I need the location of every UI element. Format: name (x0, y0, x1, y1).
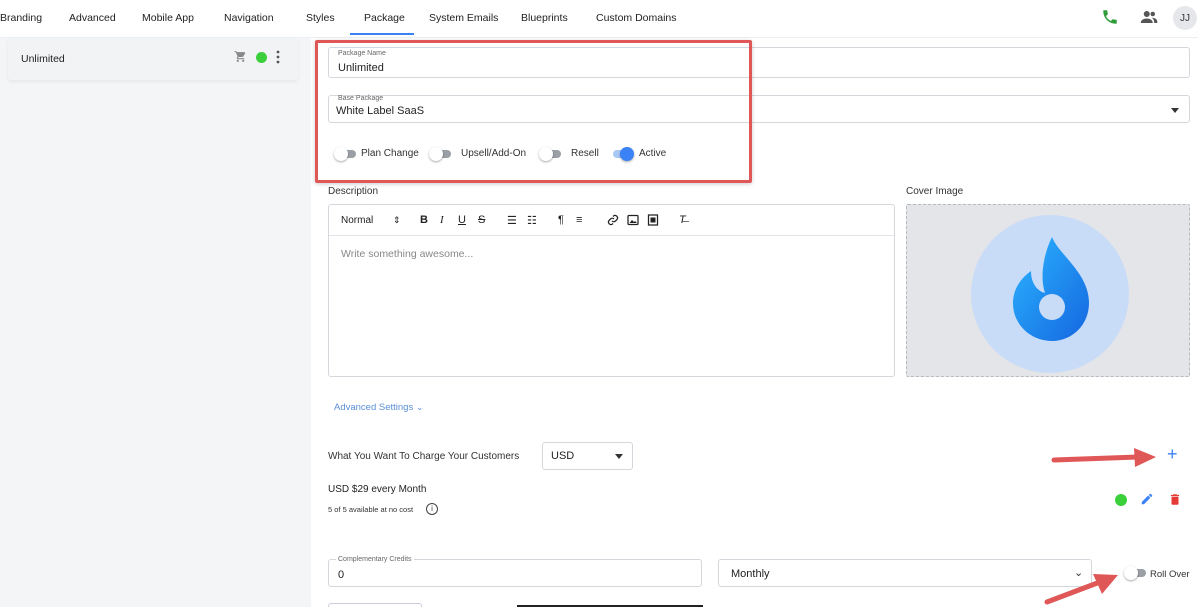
availability-text: 5 of 5 available at no cost (328, 505, 414, 514)
image-icon[interactable] (627, 214, 639, 229)
chevron-down-icon: ⌄ (1074, 567, 1084, 579)
ordered-list-icon[interactable]: ☰ (507, 214, 517, 227)
chevron-down-icon (615, 454, 623, 459)
top-navigation: Branding Advanced Mobile App Navigation … (0, 0, 1198, 38)
flame-logo-icon (1013, 237, 1089, 341)
tab-navigation[interactable]: Navigation (224, 12, 274, 24)
plan-change-toggle[interactable] (334, 147, 358, 161)
chevron-down-icon (1171, 108, 1179, 113)
link-icon[interactable] (607, 214, 619, 229)
tab-styles[interactable]: Styles (306, 12, 335, 24)
users-icon[interactable] (1138, 6, 1160, 28)
tab-package[interactable]: Package (364, 12, 405, 24)
active-toggle[interactable] (609, 147, 634, 161)
billing-period-select[interactable]: Monthly ⌄ (718, 559, 1092, 587)
cover-image-dropzone[interactable] (906, 204, 1190, 377)
underline-icon[interactable]: U (458, 214, 466, 226)
complementary-credits-field[interactable]: Complementary Credits 0 (328, 556, 702, 587)
editor-toolbar: Normal ⇕ B I U S ☰ ☷ ¶ ≡ T̶ (329, 205, 894, 236)
active-label: Active (639, 148, 667, 159)
package-name-label: Package Name (338, 50, 386, 57)
upsell-label: Upsell/Add-On (461, 148, 527, 159)
cover-image-label: Cover Image (906, 186, 964, 197)
tab-advanced[interactable]: Advanced (69, 12, 116, 24)
base-package-value: White Label SaaS (336, 105, 425, 117)
align-icon[interactable]: ≡ (576, 214, 582, 226)
description-editor[interactable]: Normal ⇕ B I U S ☰ ☷ ¶ ≡ T̶ Write someth… (328, 204, 895, 377)
italic-icon[interactable]: I (440, 214, 444, 226)
currency-value: USD (551, 450, 575, 462)
currency-select[interactable]: USD (542, 442, 633, 470)
video-icon[interactable] (647, 214, 659, 229)
billing-period-value: Monthly (731, 568, 770, 580)
resell-label: Resell (571, 148, 599, 159)
more-options-icon[interactable] (275, 50, 281, 67)
bullet-list-icon[interactable]: ☷ (527, 214, 537, 227)
tab-mobile-app[interactable]: Mobile App (142, 12, 194, 24)
plan-change-label: Plan Change (361, 148, 419, 159)
bottom-button-stub[interactable] (328, 603, 422, 607)
credits-value: 0 (338, 569, 345, 581)
upsell-toggle[interactable] (429, 147, 453, 161)
info-icon[interactable]: i (426, 503, 438, 515)
paragraph-direction-icon[interactable]: ¶ (558, 214, 564, 226)
tab-custom-domains[interactable]: Custom Domains (596, 12, 677, 24)
annotation-arrow-add (1051, 448, 1156, 467)
active-tab-indicator (350, 33, 414, 35)
package-list-item[interactable]: Unlimited (8, 38, 298, 80)
package-list-item-name: Unlimited (21, 53, 65, 65)
base-package-select[interactable]: Base Package White Label SaaS (328, 95, 1190, 123)
roll-over-toggle[interactable] (1124, 566, 1148, 580)
active-status-dot (256, 52, 267, 63)
strike-icon[interactable]: S (478, 214, 485, 226)
phone-icon[interactable] (1099, 6, 1121, 28)
clear-format-icon[interactable]: T̶ (679, 214, 686, 226)
package-list-panel (0, 38, 311, 607)
tab-system-emails[interactable]: System Emails (429, 12, 498, 24)
description-label: Description (328, 186, 379, 197)
edit-icon[interactable] (1140, 492, 1154, 509)
resell-toggle[interactable] (539, 147, 563, 161)
bold-icon[interactable]: B (420, 214, 428, 226)
tab-branding[interactable]: Branding (0, 12, 42, 24)
text-format-select[interactable]: Normal (341, 215, 373, 226)
add-price-icon[interactable]: + (1167, 445, 1178, 463)
advanced-settings-label: Advanced Settings (334, 402, 414, 413)
roll-over-label: Roll Over (1150, 569, 1190, 580)
charge-label: What You Want To Charge Your Customers (328, 451, 520, 462)
description-placeholder: Write something awesome... (341, 248, 474, 260)
chevron-down-icon: ⌄ (415, 402, 424, 412)
base-package-label: Base Package (338, 95, 384, 102)
package-name-field[interactable]: Package Name Unlimited (328, 47, 1190, 78)
advanced-settings-link[interactable]: Advanced Settings ⌄ (334, 402, 423, 413)
tab-blueprints[interactable]: Blueprints (521, 12, 568, 24)
price-summary: USD $29 every Month (328, 484, 427, 495)
format-arrows-icon: ⇕ (393, 215, 401, 225)
delete-icon[interactable] (1168, 492, 1182, 510)
avatar[interactable]: JJ (1173, 6, 1197, 30)
cart-icon (234, 50, 247, 66)
price-status-dot (1115, 494, 1127, 506)
credits-label: Complementary Credits (336, 556, 414, 563)
package-name-value: Unlimited (338, 62, 384, 74)
